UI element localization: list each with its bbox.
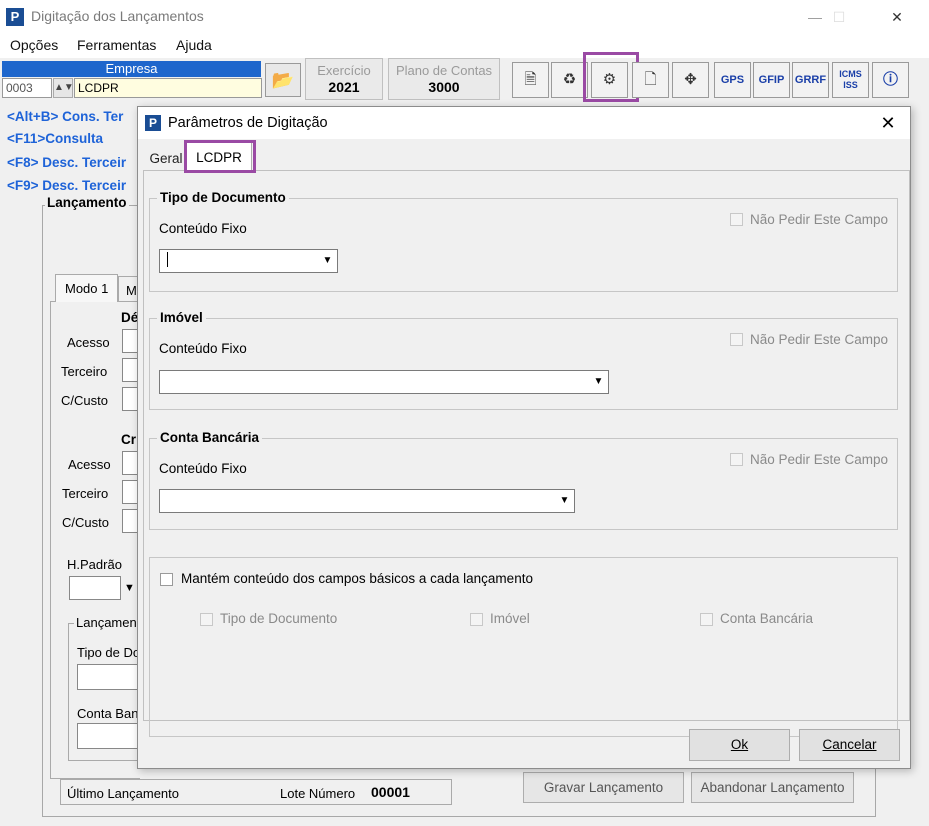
shortcut-alt-b[interactable]: <Alt+B> Cons. Ter bbox=[7, 109, 123, 124]
tipo-documento-nao-pedir-label: Não Pedir Este Campo bbox=[750, 212, 889, 227]
hpadrao-dropdown-icon[interactable]: ▼ bbox=[124, 582, 135, 594]
gravar-lancamento-button[interactable]: Gravar Lançamento bbox=[523, 772, 684, 803]
cancel-button[interactable]: Cancelar bbox=[799, 729, 900, 761]
empresa-spin-button[interactable]: ▲▼ bbox=[53, 78, 74, 98]
parametros-dialog: P Parâmetros de Digitação ✕ Geral LCDPR … bbox=[137, 106, 911, 769]
dropdown-arrow-icon[interactable]: ▼ bbox=[590, 371, 607, 393]
exercicio-label: Exercício bbox=[317, 63, 371, 78]
credito-title: Cr bbox=[121, 432, 137, 447]
conta-bancaria-nao-pedir-label: Não Pedir Este Campo bbox=[750, 452, 889, 467]
recycle-icon: ♻ bbox=[562, 71, 577, 88]
mantem-imovel-checkbox[interactable] bbox=[470, 613, 483, 626]
conta-bancaria-nao-pedir-checkbox[interactable] bbox=[730, 453, 743, 466]
new-page-icon: 🗋 bbox=[644, 71, 657, 88]
credito-terceiro-label: Terceiro bbox=[62, 486, 109, 501]
icms-label: ICMS bbox=[839, 69, 862, 79]
conta-bancaria-title: Conta Bancária bbox=[157, 430, 263, 445]
params-button-highlight bbox=[583, 52, 639, 102]
credito-acesso-label: Acesso bbox=[68, 457, 111, 472]
iss-label: ISS bbox=[843, 80, 858, 90]
maximize-button[interactable]: ☐ bbox=[816, 0, 862, 34]
imovel-nao-pedir-label: Não Pedir Este Campo bbox=[750, 332, 889, 347]
document-icon: 🗎 bbox=[524, 71, 537, 88]
open-folder-button[interactable]: 📂 bbox=[265, 63, 301, 97]
gps-button[interactable]: GPS bbox=[714, 62, 751, 98]
conta-ban-field[interactable] bbox=[77, 723, 140, 749]
ok-button[interactable]: Ok bbox=[689, 729, 790, 761]
empresa-label: Empresa bbox=[2, 61, 261, 77]
lcdpr-tab-highlight bbox=[184, 140, 256, 173]
mantem-imovel-label: Imóvel bbox=[490, 611, 530, 626]
debito-ccusto-label: C/Custo bbox=[61, 393, 108, 408]
exercicio-value: 2021 bbox=[328, 79, 360, 95]
plano-label: Plano de Contas bbox=[395, 63, 493, 78]
mantem-checkbox[interactable] bbox=[160, 573, 173, 586]
shortcut-f11[interactable]: <F11>Consulta bbox=[7, 131, 103, 146]
debito-terceiro-label: Terceiro bbox=[61, 364, 108, 379]
plano-box: Plano de Contas 3000 bbox=[388, 58, 500, 100]
dialog-title: Parâmetros de Digitação bbox=[168, 115, 328, 131]
tipo-documento-fixo-label: Conteúdo Fixo bbox=[159, 221, 247, 236]
folder-icon: 📂 bbox=[271, 70, 295, 90]
imovel-nao-pedir-checkbox[interactable] bbox=[730, 333, 743, 346]
lancamento-lcdpr-title: Lançamen bbox=[74, 615, 139, 630]
tipo-documento-combo[interactable]: ▼ bbox=[159, 249, 338, 273]
tipo-doc-label: Tipo de Do bbox=[77, 645, 141, 660]
debito-title: Dé bbox=[121, 310, 139, 325]
navigate-icon: ✥ bbox=[684, 71, 697, 88]
ok-label: Ok bbox=[730, 737, 749, 752]
mantem-label: Mantém conteúdo dos campos básicos a cad… bbox=[181, 571, 533, 586]
imovel-title: Imóvel bbox=[157, 310, 206, 325]
empresa-name-field[interactable]: LCDPR bbox=[74, 78, 262, 98]
dialog-app-icon: P bbox=[145, 115, 161, 131]
ultimo-lancamento-label: Último Lançamento bbox=[67, 786, 179, 801]
mantem-conta-bancaria-label: Conta Bancária bbox=[720, 611, 814, 626]
lancamento-title: Lançamento bbox=[45, 195, 129, 210]
imovel-combo[interactable]: ▼ bbox=[159, 370, 609, 394]
lote-value: 00001 bbox=[371, 784, 410, 800]
dropdown-arrow-icon[interactable]: ▼ bbox=[556, 490, 573, 512]
tab-geral[interactable]: Geral bbox=[148, 147, 184, 171]
info-icon: ⓘ bbox=[882, 71, 898, 88]
dropdown-arrow-icon[interactable]: ▼ bbox=[319, 250, 336, 272]
grrf-button[interactable]: GRRF bbox=[792, 62, 829, 98]
window-title: Digitação dos Lançamentos bbox=[31, 8, 204, 24]
credito-ccusto-label: C/Custo bbox=[62, 515, 109, 530]
mantem-tipo-doc-checkbox[interactable] bbox=[200, 613, 213, 626]
toolbar-nav-button[interactable]: ✥ bbox=[672, 62, 709, 98]
close-button[interactable]: ✕ bbox=[874, 0, 920, 34]
menu-ajuda[interactable]: Ajuda bbox=[176, 37, 212, 53]
abandonar-lancamento-button[interactable]: Abandonar Lançamento bbox=[691, 772, 854, 803]
tipo-doc-field[interactable] bbox=[77, 664, 140, 690]
menu-opcoes[interactable]: Opções bbox=[10, 37, 58, 53]
mantem-conta-bancaria-checkbox[interactable] bbox=[700, 613, 713, 626]
icms-iss-button[interactable]: ICMS ISS bbox=[832, 62, 869, 98]
toolbar-doc-button[interactable]: 🗎 bbox=[512, 62, 549, 98]
debito-acesso-label: Acesso bbox=[67, 335, 110, 350]
hpadrao-label: H.Padrão bbox=[67, 557, 122, 572]
conta-bancaria-combo[interactable]: ▼ bbox=[159, 489, 575, 513]
conta-bancaria-fixo-label: Conteúdo Fixo bbox=[159, 461, 247, 476]
mantem-tipo-doc-label: Tipo de Documento bbox=[220, 611, 338, 626]
tipo-documento-title: Tipo de Documento bbox=[157, 190, 289, 205]
tab-modo-1[interactable]: Modo 1 bbox=[55, 274, 118, 302]
text-caret bbox=[167, 252, 168, 267]
plano-value: 3000 bbox=[428, 79, 460, 95]
imovel-fixo-label: Conteúdo Fixo bbox=[159, 341, 247, 356]
hpadrao-field[interactable] bbox=[69, 576, 121, 600]
conta-ban-label: Conta Ban bbox=[77, 706, 139, 721]
shortcut-f9[interactable]: <F9> Desc. Terceir bbox=[7, 178, 126, 193]
shortcut-f8[interactable]: <F8> Desc. Terceir bbox=[7, 155, 126, 170]
lote-label: Lote Número bbox=[280, 786, 356, 801]
empresa-code-field[interactable]: 0003 bbox=[2, 78, 52, 98]
dialog-close-button[interactable]: ✕ bbox=[865, 107, 911, 139]
cancel-label: Cancelar bbox=[822, 737, 877, 752]
menu-ferramentas[interactable]: Ferramentas bbox=[77, 37, 156, 53]
exercicio-box: Exercício 2021 bbox=[305, 58, 383, 100]
gfip-button[interactable]: GFIP bbox=[753, 62, 790, 98]
app-icon: P bbox=[6, 8, 24, 26]
info-button[interactable]: ⓘ bbox=[872, 62, 909, 98]
tipo-documento-nao-pedir-checkbox[interactable] bbox=[730, 213, 743, 226]
toolbar-new-button[interactable]: 🗋 bbox=[632, 62, 669, 98]
